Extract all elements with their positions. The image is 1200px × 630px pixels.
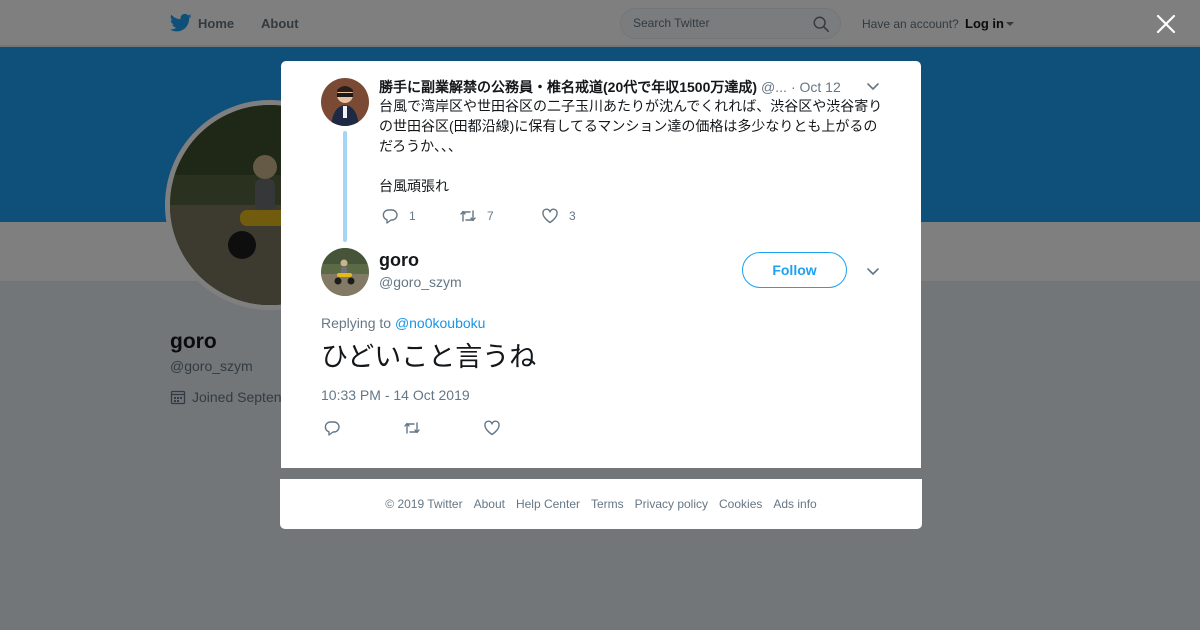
parent-tweet-text: 台風で湾岸区や世田谷区の二子玉川あたりが沈んでくれれば、渋谷区や渋谷寄りの世田谷… [379,98,883,194]
retweet-button[interactable]: 7 [459,207,541,225]
replying-prefix: Replying to [321,315,395,331]
heart-icon [484,420,500,436]
replying-to: Replying to @no0kouboku [321,315,485,331]
chevron-down-icon[interactable] [865,263,881,279]
chevron-down-icon[interactable] [865,78,881,94]
parent-tweet-timestamp[interactable]: · Oct 12 [791,79,841,95]
footer-link-privacy[interactable]: Privacy policy [635,497,708,511]
footer-link-about[interactable]: About [474,497,505,511]
footer-link-ads-info[interactable]: Ads info [773,497,816,511]
main-tweet-fullname[interactable]: goro [379,250,419,271]
close-icon[interactable] [1155,13,1177,35]
retweet-count: 7 [487,209,494,223]
retweet-button[interactable] [403,419,483,437]
reply-button[interactable]: 1 [381,207,459,225]
main-tweet-timestamp[interactable]: 10:33 PM - 14 Oct 2019 [321,387,470,403]
reply-icon [382,209,398,224]
parent-tweet-avatar[interactable] [321,78,369,126]
main-tweet-text: ひどいこと言うね [321,342,537,372]
main-tweet-avatar[interactable] [321,248,369,296]
follow-button[interactable]: Follow [742,252,847,288]
parent-tweet-actions: 1 7 3 [381,207,576,225]
like-button[interactable] [483,419,563,437]
footer-copyright: © 2019 Twitter [385,497,463,511]
like-button[interactable]: 3 [541,207,576,225]
retweet-icon [404,422,420,434]
avatar-photo [321,78,369,126]
reply-count: 1 [409,209,416,223]
avatar-photo [321,248,369,296]
replying-to-link[interactable]: @no0kouboku [395,315,486,331]
footer-link-cookies[interactable]: Cookies [719,497,762,511]
tweet-modal: 勝手に副業解禁の公務員・椎名戒道(20代で年収1500万達成) @... · O… [281,61,921,468]
footer-link-terms[interactable]: Terms [591,497,624,511]
modal-footer: © 2019 Twitter About Help Center Terms P… [280,479,922,529]
main-tweet-username[interactable]: @goro_szym [379,274,462,290]
footer-link-help-center[interactable]: Help Center [516,497,580,511]
heart-icon [542,208,558,224]
parent-tweet-fullname[interactable]: 勝手に副業解禁の公務員・椎名戒道(20代で年収1500万達成) [379,77,757,97]
parent-tweet-username[interactable]: @... [761,79,787,95]
reply-button[interactable] [323,419,403,437]
retweet-icon [460,210,476,222]
parent-tweet-header: 勝手に副業解禁の公務員・椎名戒道(20代で年収1500万達成) @... · O… [379,77,861,95]
like-count: 3 [569,209,576,223]
thread-connector [343,131,347,242]
reply-icon [324,421,340,436]
main-tweet-actions [323,419,563,437]
